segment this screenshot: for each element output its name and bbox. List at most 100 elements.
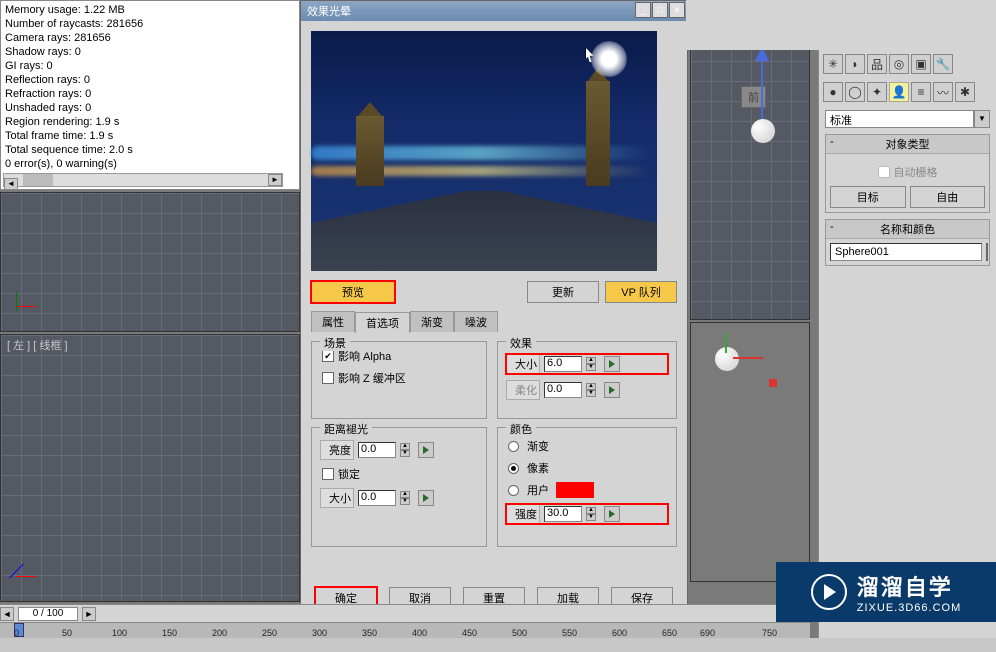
cameras-icon[interactable]: 👤: [889, 82, 909, 102]
dist-size-label: 大小: [320, 488, 354, 508]
scroll-right-icon[interactable]: ►: [268, 174, 282, 186]
size-assign-button[interactable]: [604, 356, 620, 372]
space-warps-icon[interactable]: 〰: [933, 82, 953, 102]
radio-user[interactable]: [508, 485, 519, 496]
stats-line: 0 error(s), 0 warning(s): [5, 157, 295, 171]
intensity-input[interactable]: 30.0: [544, 506, 582, 522]
radio-pixel[interactable]: [508, 463, 519, 474]
tab-properties[interactable]: 属性: [311, 311, 355, 332]
rollout-toggle-icon[interactable]: -: [830, 136, 834, 148]
dist-size-input[interactable]: 0.0: [358, 490, 396, 506]
affect-z-checkbox[interactable]: [322, 372, 334, 384]
modify-tab-icon[interactable]: ◗: [845, 54, 865, 74]
distance-legend: 距离褪光: [320, 421, 372, 437]
update-button[interactable]: 更新: [527, 281, 599, 303]
soften-assign-button[interactable]: [604, 382, 620, 398]
stats-line: Total sequence time: 2.0 s: [5, 143, 295, 157]
stats-line: Shadow rays: 0: [5, 45, 295, 59]
geometry-icon[interactable]: ●: [823, 82, 843, 102]
color-legend: 颜色: [506, 421, 536, 437]
brightness-spinner[interactable]: ▲▼: [400, 443, 410, 457]
tab-preferences[interactable]: 首选项: [355, 312, 410, 333]
stats-line: Reflection rays: 0: [5, 73, 295, 87]
object-name-input[interactable]: [830, 243, 982, 261]
scroll-thumb[interactable]: [23, 174, 53, 186]
close-icon[interactable]: ✕: [669, 2, 685, 18]
size-input[interactable]: 6.0: [544, 356, 582, 372]
timeline-bar[interactable]: ◄ 0 / 100 ►: [0, 604, 810, 622]
radio-gradient-label: 渐变: [527, 438, 549, 454]
render-stats-panel: Memory usage: 1.22 MB Number of raycasts…: [0, 0, 300, 190]
brightness-assign-button[interactable]: [418, 442, 434, 458]
ruler-tick: 400: [412, 628, 427, 638]
category-dropdown[interactable]: 标准 ▼: [825, 110, 990, 128]
watermark-url: ZIXUE.3D66.COM: [857, 602, 961, 614]
glow-moon-icon: [591, 41, 627, 77]
viewport-perspective[interactable]: [690, 322, 810, 582]
stats-line: Unshaded rays: 0: [5, 101, 295, 115]
scene-group: 场景 ✔ 影响 Alpha 影响 Z 缓冲区: [311, 341, 487, 419]
preview-button[interactable]: 预览: [311, 281, 395, 303]
ruler-tick: 750: [762, 628, 777, 638]
lights-icon[interactable]: ✦: [867, 82, 887, 102]
frame-display: 0 / 100: [18, 607, 78, 621]
size-spinner[interactable]: ▲▼: [586, 357, 596, 371]
chevron-down-icon[interactable]: ▼: [974, 110, 990, 128]
soften-input[interactable]: 0.0: [544, 382, 582, 398]
ruler-tick: 690: [700, 628, 715, 638]
ruler-tick: 500: [512, 628, 527, 638]
tab-noise[interactable]: 噪波: [454, 311, 498, 332]
helpers-icon[interactable]: ≡: [911, 82, 931, 102]
top-toolstrip: [686, 0, 996, 50]
object-type-rollout: -对象类型 自动栅格 目标 自由: [825, 134, 990, 213]
scroll-left-icon[interactable]: ◄: [4, 178, 18, 190]
intensity-assign-button[interactable]: [604, 506, 620, 522]
timeline-next-icon[interactable]: ►: [82, 607, 96, 621]
timeline-prev-icon[interactable]: ◄: [0, 607, 14, 621]
size-label: 大小: [506, 354, 540, 374]
color-swatch[interactable]: [557, 483, 593, 497]
command-panel: ✳ ◗ 品 ◎ ▣ 🔧 ● ◯ ✦ 👤 ≡ 〰 ✱ 标准 ▼ -对象类型 自动栅…: [818, 50, 996, 640]
ruler-tick: 550: [562, 628, 577, 638]
radio-gradient[interactable]: [508, 441, 519, 452]
color-group: 颜色 渐变 像素 用户 强度 30.0 ▲▼: [497, 427, 677, 547]
intensity-spinner[interactable]: ▲▼: [586, 507, 596, 521]
time-ruler[interactable]: 0 50 100 150 200 250 300 350 400 450 500…: [0, 622, 810, 638]
free-button[interactable]: 自由: [910, 186, 986, 208]
utilities-tab-icon[interactable]: 🔧: [933, 54, 953, 74]
viewport-left[interactable]: [ 左 ] [ 线框 ]: [0, 334, 300, 602]
stats-line: GI rays: 0: [5, 59, 295, 73]
status-bar: [0, 638, 996, 652]
hierarchy-tab-icon[interactable]: 品: [867, 54, 887, 74]
minimize-icon[interactable]: _: [635, 2, 651, 18]
affect-alpha-checkbox[interactable]: ✔: [322, 350, 334, 362]
watermark: 溜溜自学 ZIXUE.3D66.COM: [776, 562, 996, 622]
autogrid-checkbox[interactable]: [878, 166, 890, 178]
rollout-title: 对象类型: [886, 139, 930, 151]
lock-checkbox[interactable]: [322, 468, 334, 480]
rollout-toggle-icon[interactable]: -: [830, 221, 834, 233]
soften-spinner[interactable]: ▲▼: [586, 383, 596, 397]
ruler-tick: 100: [112, 628, 127, 638]
vp-queue-button[interactable]: VP 队列: [605, 281, 677, 303]
dialog-titlebar[interactable]: 效果光晕 _ □ ✕: [301, 1, 687, 21]
create-panel-tabs: ✳ ◗ 品 ◎ ▣ 🔧: [819, 50, 996, 78]
motion-tab-icon[interactable]: ◎: [889, 54, 909, 74]
object-color-swatch[interactable]: [986, 243, 988, 261]
maximize-icon[interactable]: □: [652, 2, 668, 18]
brightness-input[interactable]: 0.0: [358, 442, 396, 458]
ruler-tick: 150: [162, 628, 177, 638]
axis-gizmo-icon: [11, 291, 41, 321]
stats-line: Number of raycasts: 281656: [5, 17, 295, 31]
dist-size-assign-button[interactable]: [418, 490, 434, 506]
viewport-top-left[interactable]: [0, 192, 300, 332]
display-tab-icon[interactable]: ▣: [911, 54, 931, 74]
ruler-tick: 350: [362, 628, 377, 638]
dist-size-spinner[interactable]: ▲▼: [400, 491, 410, 505]
tab-gradient[interactable]: 渐变: [410, 311, 454, 332]
systems-icon[interactable]: ✱: [955, 82, 975, 102]
create-tab-icon[interactable]: ✳: [823, 54, 843, 74]
shapes-icon[interactable]: ◯: [845, 82, 865, 102]
stats-scrollbar[interactable]: ◄ ►: [3, 173, 283, 187]
target-button[interactable]: 目标: [830, 186, 906, 208]
